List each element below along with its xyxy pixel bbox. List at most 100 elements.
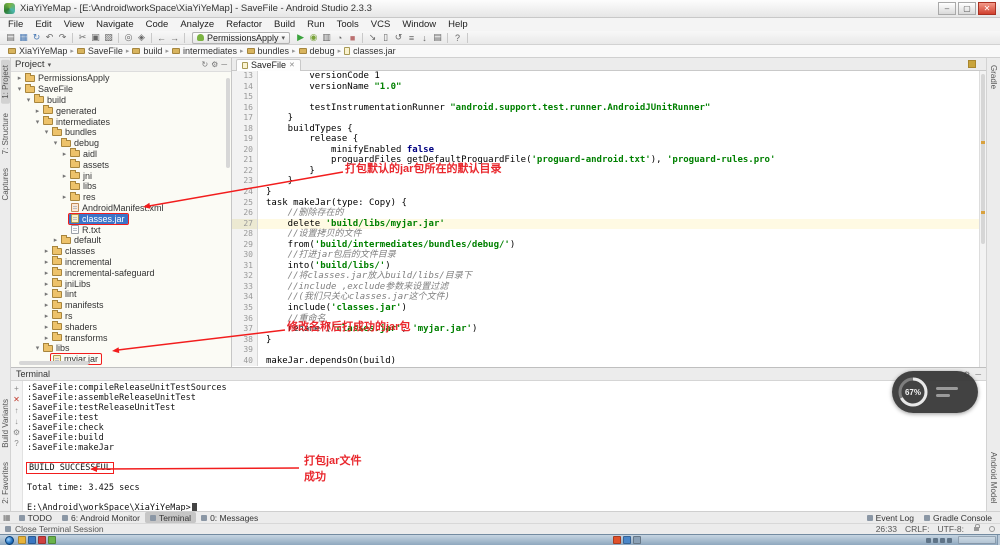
editor-tab-savefile[interactable]: SaveFile ✕ <box>236 59 301 71</box>
taskbar-app-studio[interactable] <box>48 536 56 544</box>
tree-row-shaders[interactable]: ▸shaders <box>11 321 231 332</box>
expand-closed-icon[interactable]: ▸ <box>42 258 51 266</box>
status-item[interactable]: UTF-8: <box>938 524 964 534</box>
expand-open-icon[interactable]: ▾ <box>15 85 24 93</box>
editor-scrollbar[interactable] <box>979 71 986 367</box>
tree-item-libs[interactable]: libs <box>69 181 100 192</box>
tree-item-intermediates[interactable]: intermediates <box>42 116 113 127</box>
tool-tab-terminal[interactable]: Terminal <box>145 512 196 523</box>
terminal-help-icon[interactable]: ? <box>14 438 18 449</box>
tree-row-jnilibs[interactable]: ▸jniLibs <box>11 278 231 289</box>
code-line[interactable]: 26 //删除存在的 <box>232 208 979 219</box>
menu-navigate[interactable]: Navigate <box>90 19 140 30</box>
crumb-xiayiyemap[interactable]: XiaYiYeMap <box>8 46 67 56</box>
copy-icon[interactable]: ▣ <box>89 32 102 44</box>
tree-row-generated[interactable]: ▸generated <box>11 105 231 116</box>
tree-item-generated[interactable]: generated <box>42 106 100 117</box>
tab-close-icon[interactable]: ✕ <box>289 61 295 69</box>
stop-icon[interactable]: ■ <box>346 32 359 44</box>
tool-tab-event-log[interactable]: Event Log <box>862 512 919 523</box>
code-line[interactable]: 32 //将classes.jar放入build/libs/目录下 <box>232 271 979 282</box>
minimize-icon[interactable]: ─ <box>975 370 981 379</box>
tool-tab-gradle-console[interactable]: Gradle Console <box>919 512 997 523</box>
terminal-new-icon[interactable]: + <box>14 383 19 394</box>
status-item[interactable]: CRLF: <box>905 524 930 534</box>
tree-row-jni[interactable]: ▸jni <box>11 170 231 181</box>
code-line[interactable]: 14 versionName "1.0" <box>232 82 979 93</box>
code-line[interactable]: 23 } <box>232 176 979 187</box>
chevron-down-icon[interactable]: ▾ <box>48 61 52 69</box>
menu-tools[interactable]: Tools <box>331 19 365 30</box>
tree-item-transforms[interactable]: transforms <box>51 332 111 343</box>
tree-row-debug[interactable]: ▾debug <box>11 138 231 149</box>
sync-icon[interactable]: ↻ <box>201 60 208 69</box>
toolwindow-tab-android-model[interactable]: Android Model <box>989 447 998 509</box>
menu-window[interactable]: Window <box>396 19 442 30</box>
context-icon[interactable] <box>989 526 995 532</box>
ime-ime-settings-icon[interactable] <box>633 536 641 544</box>
tree-row-assets[interactable]: assets <box>11 159 231 170</box>
ime-sogou-icon[interactable] <box>613 536 621 544</box>
tree-row-androidmanifest-xml[interactable]: AndroidManifest.xml <box>11 203 231 214</box>
tree-item-classes[interactable]: classes <box>51 246 98 257</box>
toolwindow-switcher-icon[interactable]: ▦ <box>3 513 11 522</box>
expand-closed-icon[interactable]: ▸ <box>33 107 42 115</box>
crumb-build[interactable]: build <box>132 46 162 56</box>
crumb-debug[interactable]: debug <box>299 46 335 56</box>
code-line[interactable]: 24} <box>232 187 979 198</box>
code-line[interactable]: 15 <box>232 92 979 103</box>
expand-closed-icon[interactable]: ▸ <box>42 290 51 298</box>
ime-lang-icon[interactable] <box>623 536 631 544</box>
hide-icon[interactable]: ─ <box>221 60 227 69</box>
profiler-icon[interactable]: ◔ <box>333 32 346 44</box>
start-button[interactable] <box>5 536 14 545</box>
tree-row-savefile[interactable]: ▾SaveFile <box>11 84 231 95</box>
tool-tab-todo[interactable]: TODO <box>14 512 57 523</box>
expand-open-icon[interactable]: ▾ <box>24 96 33 104</box>
tree-item-res[interactable]: res <box>69 192 99 203</box>
cut-icon[interactable]: ✂ <box>76 32 89 44</box>
tree-item-incremental-safeguard[interactable]: incremental-safeguard <box>51 267 158 278</box>
terminal-close-icon[interactable]: ✕ <box>13 394 20 405</box>
code-line[interactable]: 35 include('classes.jar') <box>232 303 979 314</box>
code-line[interactable]: 16 testInstrumentationRunner "android.su… <box>232 103 979 114</box>
taskbar-clock[interactable] <box>958 536 996 544</box>
expand-closed-icon[interactable]: ▸ <box>42 312 51 320</box>
expand-closed-icon[interactable]: ▸ <box>60 172 69 180</box>
tree-row-manifests[interactable]: ▸manifests <box>11 300 231 311</box>
tree-row-res[interactable]: ▸res <box>11 192 231 203</box>
menu-help[interactable]: Help <box>442 19 474 30</box>
toolwindow-tab-7-structure[interactable]: 7: Structure <box>1 108 10 159</box>
menu-refactor[interactable]: Refactor <box>220 19 268 30</box>
tree-item-shaders[interactable]: shaders <box>51 321 100 332</box>
expand-closed-icon[interactable]: ▸ <box>60 150 69 158</box>
expand-closed-icon[interactable]: ▸ <box>42 280 51 288</box>
build-variants-icon[interactable]: ≡ <box>405 32 418 44</box>
tree-row-build[interactable]: ▾build <box>11 95 231 106</box>
sync-project-icon[interactable]: ↺ <box>392 32 405 44</box>
lock-icon[interactable] <box>974 527 979 531</box>
tree-item-jnilibs[interactable]: jniLibs <box>51 278 94 289</box>
toolwindow-tab-2-favorites[interactable]: 2: Favorites <box>1 457 10 509</box>
project-horizontal-scrollbar[interactable] <box>19 361 89 365</box>
code-line[interactable]: 20 minifyEnabled false <box>232 145 979 156</box>
project-vertical-scrollbar[interactable] <box>226 78 230 168</box>
expand-closed-icon[interactable]: ▸ <box>60 193 69 201</box>
taskbar-app-explorer[interactable] <box>18 536 26 544</box>
terminal-settings-icon[interactable]: ⚙ <box>13 427 20 438</box>
tree-item-lint[interactable]: lint <box>51 289 80 300</box>
code-line[interactable]: 13 versionCode 1 <box>232 71 979 82</box>
expand-closed-icon[interactable]: ▸ <box>42 269 51 277</box>
status-item[interactable]: 26:33 <box>876 524 897 534</box>
taskbar-app-ie[interactable] <box>28 536 36 544</box>
maximize-button[interactable]: ▢ <box>958 2 976 15</box>
tree-row-permissionsapply[interactable]: ▸PermissionsApply <box>11 73 231 84</box>
tree-item-classes-jar[interactable]: classes.jar <box>69 214 128 225</box>
expand-closed-icon[interactable]: ▸ <box>51 236 60 244</box>
crumb-savefile[interactable]: SaveFile <box>77 46 123 56</box>
tree-row-transforms[interactable]: ▸transforms <box>11 332 231 343</box>
tree-row-intermediates[interactable]: ▾intermediates <box>11 116 231 127</box>
code-line[interactable]: 18 buildTypes { <box>232 124 979 135</box>
code-line[interactable]: 39 <box>232 345 979 356</box>
tree-item-incremental[interactable]: incremental <box>51 257 115 268</box>
